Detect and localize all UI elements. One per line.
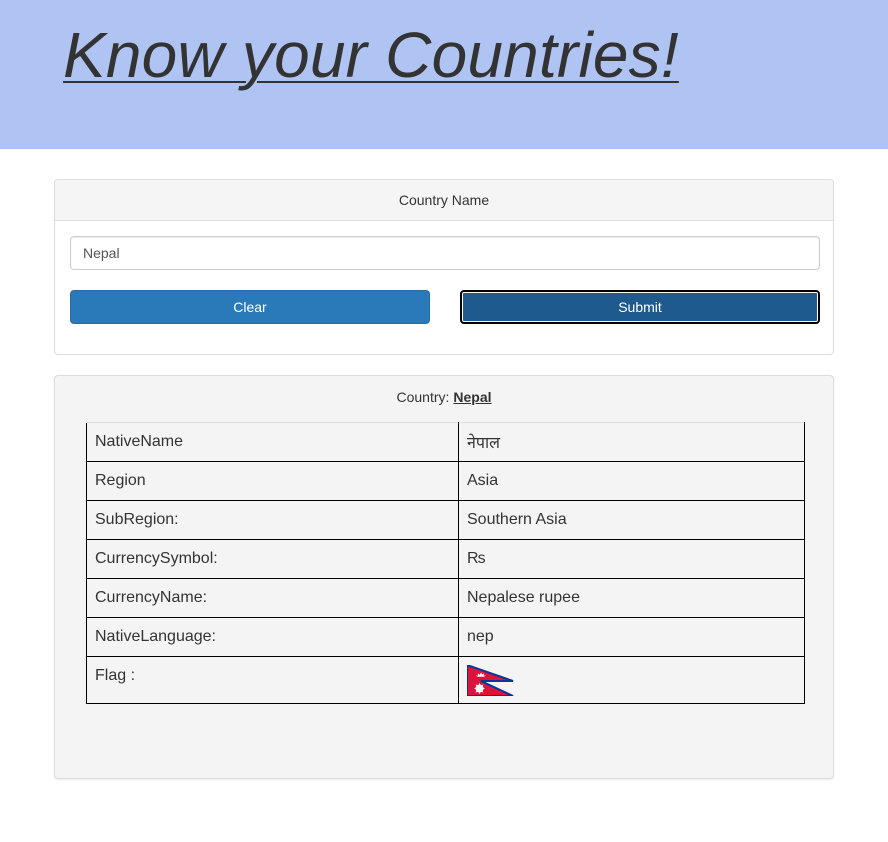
row-key: Flag : [86,656,459,704]
header-banner: Know your Countries! [0,0,888,149]
table-row: CurrencySymbol: ₨ [86,539,805,579]
row-value: Southern Asia [458,500,805,540]
result-heading: Country: Nepal [55,376,833,418]
row-key: CurrencySymbol: [86,539,459,579]
table-row: SubRegion: Southern Asia [86,500,805,540]
table-row: Flag : [86,656,805,704]
row-key: NativeName [86,422,459,462]
search-panel-heading: Country Name [55,180,833,221]
country-info-table: NativeName नेपाल Region Asia SubRegion: … [86,422,805,704]
row-key: CurrencyName: [86,578,459,618]
table-row: NativeName नेपाल [86,422,805,462]
page-title: Know your Countries! [63,19,679,91]
row-key: NativeLanguage: [86,617,459,657]
country-name-input[interactable] [70,236,820,270]
row-value: nep [458,617,805,657]
clear-button[interactable]: Clear [70,290,430,324]
result-panel: Country: Nepal NativeName नेपाल Region A… [54,375,834,779]
row-key: Region [86,461,459,501]
flag-cell [458,656,805,704]
table-row: Region Asia [86,461,805,501]
row-value: ₨ [458,539,805,579]
search-panel: Country Name Clear Submit [54,179,834,355]
nepal-flag-icon [467,665,514,696]
row-value: नेपाल [458,422,805,462]
result-heading-prefix: Country: [396,389,450,405]
row-value: Nepalese rupee [458,578,805,618]
submit-button[interactable]: Submit [460,290,820,324]
row-value: Asia [458,461,805,501]
table-row: NativeLanguage: nep [86,617,805,657]
result-country-name: Nepal [453,389,492,405]
row-key: SubRegion: [86,500,459,540]
table-row: CurrencyName: Nepalese rupee [86,578,805,618]
